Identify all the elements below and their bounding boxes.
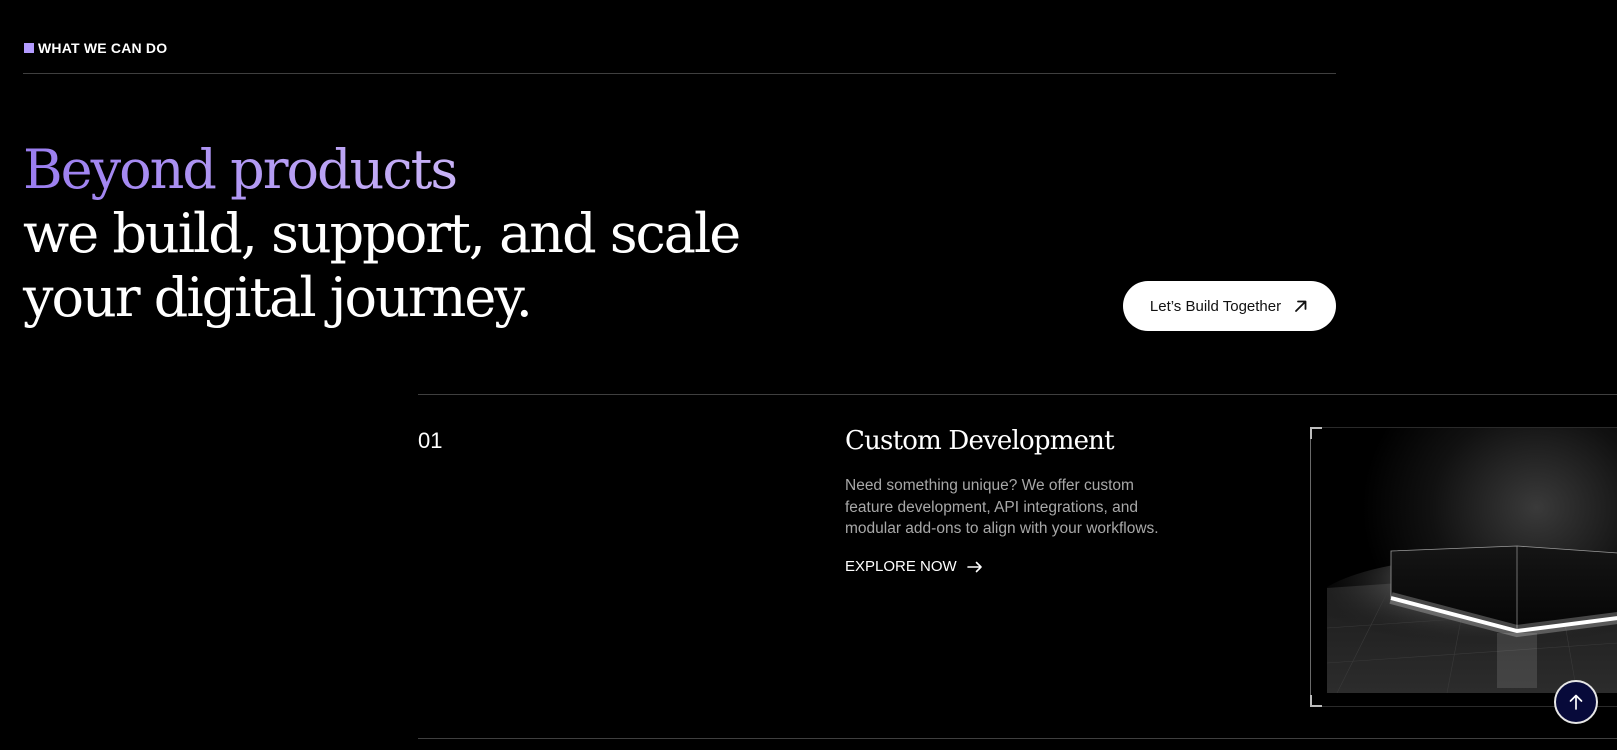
section-label-text: WHAT WE CAN DO <box>38 40 168 56</box>
section-label: WHAT WE CAN DO <box>24 40 167 56</box>
arrow-up-icon <box>1569 694 1583 710</box>
explore-now-link[interactable]: EXPLORE NOW <box>845 558 983 575</box>
square-marker-icon <box>24 43 34 53</box>
arrow-right-icon <box>966 561 982 572</box>
service-divider-bottom <box>418 738 1617 739</box>
service-image <box>1310 427 1617 707</box>
headline-accent: Beyond products <box>23 138 739 202</box>
cta-label: Let’s Build Together <box>1149 297 1282 315</box>
frame-corner <box>1310 695 1322 707</box>
frame-corner <box>1310 427 1322 439</box>
top-divider <box>23 73 1336 74</box>
service-title: Custom Development <box>845 426 1115 456</box>
service-description: Need something unique? We offer custom f… <box>845 477 1159 537</box>
service-divider-top <box>418 394 1617 395</box>
headline-line-3: your digital journey. <box>23 266 533 329</box>
service-number: 01 <box>418 428 443 453</box>
explore-now-label: EXPLORE NOW <box>845 558 957 575</box>
scroll-to-top-button[interactable] <box>1554 680 1598 724</box>
headline-line-2: we build, support, and scale <box>23 202 741 265</box>
arrow-up-right-icon <box>1295 300 1307 312</box>
hero-headline: Beyond products we build, support, and s… <box>23 138 741 330</box>
lets-build-together-button[interactable]: Let’s Build Together <box>1123 281 1336 331</box>
glowing-platform-image <box>1327 428 1617 693</box>
